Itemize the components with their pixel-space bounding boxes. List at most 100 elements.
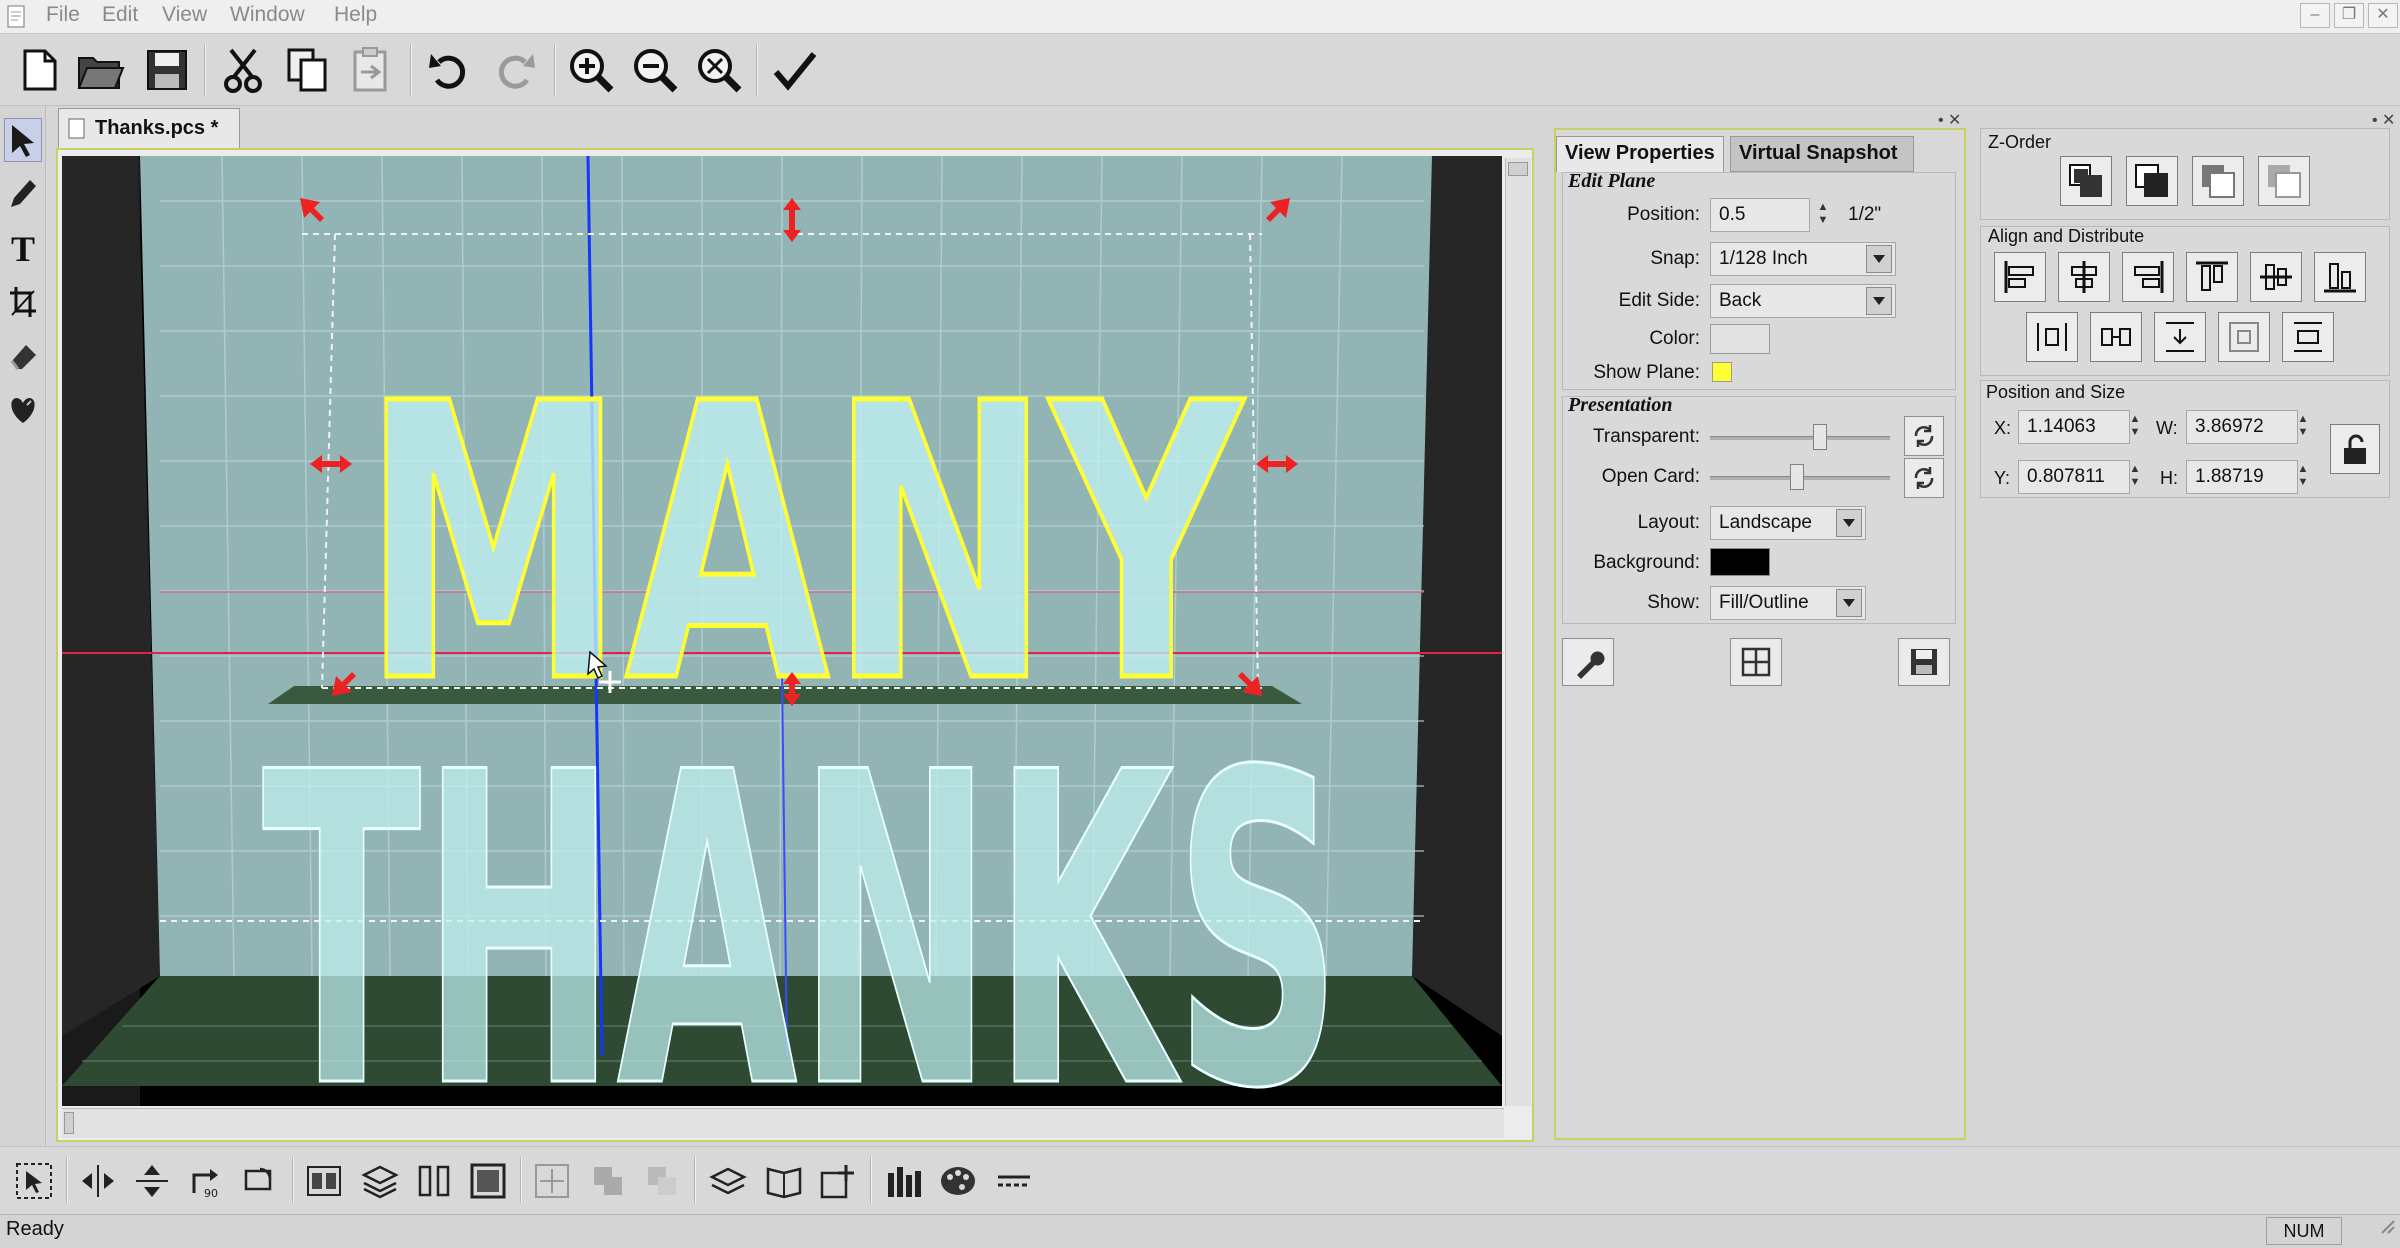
group-button[interactable]: [300, 1157, 348, 1205]
zoom-in-button[interactable]: [564, 42, 618, 98]
position-spinner[interactable]: ▲ ▼: [1812, 198, 1834, 230]
menu-file[interactable]: File: [46, 3, 80, 27]
y-spinner[interactable]: ▲ ▼: [2124, 460, 2146, 492]
layers-button[interactable]: [356, 1157, 404, 1205]
background-color-swatch[interactable]: [1710, 548, 1770, 576]
refresh-icon: [1914, 425, 1934, 447]
menu-window[interactable]: Window: [230, 3, 305, 27]
horizontal-scroll-thumb[interactable]: [64, 1112, 74, 1134]
dash-lines-button[interactable]: [990, 1157, 1038, 1205]
menu-edit[interactable]: Edit: [102, 3, 138, 27]
plane-color-swatch[interactable]: [1710, 324, 1770, 354]
open-card-reset-button[interactable]: [1904, 458, 1944, 498]
center-on-page-button[interactable]: [2218, 312, 2270, 362]
book-button[interactable]: [410, 1157, 458, 1205]
align-right-button[interactable]: [2122, 252, 2174, 302]
show-plane-label: Show Plane:: [1593, 362, 1700, 383]
subtract-button[interactable]: [638, 1157, 686, 1205]
eraser-tool[interactable]: [4, 334, 42, 378]
add-page-button[interactable]: [814, 1157, 862, 1205]
open-book-button[interactable]: [760, 1157, 808, 1205]
zoom-out-button[interactable]: [628, 42, 682, 98]
minimize-button[interactable]: –: [2300, 3, 2330, 28]
paste-button[interactable]: [344, 42, 398, 98]
document-tab[interactable]: Thanks.pcs *: [58, 108, 240, 148]
space-evenly-button[interactable]: [2090, 312, 2142, 362]
cut-button[interactable]: [216, 42, 270, 98]
layout-dropdown[interactable]: [1836, 509, 1862, 537]
combine-button[interactable]: [584, 1157, 632, 1205]
apply-button[interactable]: [768, 42, 822, 98]
undo-button[interactable]: [422, 42, 476, 98]
align-center-h-button[interactable]: [2058, 252, 2110, 302]
select-all-button[interactable]: [10, 1157, 58, 1205]
open-button[interactable]: [74, 42, 128, 98]
tools-button[interactable]: [1562, 638, 1614, 686]
restore-button[interactable]: ❐: [2334, 3, 2364, 28]
resize-grip-icon[interactable]: [2378, 1217, 2396, 1245]
menu-help[interactable]: Help: [334, 3, 377, 27]
pen-tool[interactable]: [4, 172, 42, 216]
flip-horizontal-button[interactable]: [74, 1157, 122, 1205]
3d-scene[interactable]: THANKS MANY: [62, 155, 1502, 1185]
x-spinner[interactable]: ▲ ▼: [2124, 410, 2146, 442]
flip-vertical-button[interactable]: [128, 1157, 176, 1205]
vertical-scroll-thumb[interactable]: [1508, 162, 1528, 176]
align-grid-button[interactable]: [528, 1157, 576, 1205]
new-file-button[interactable]: [12, 42, 66, 98]
show-plane-checkbox[interactable]: [1712, 362, 1732, 382]
tab-view-properties[interactable]: View Properties: [1556, 136, 1724, 172]
y-field[interactable]: 0.807811: [2018, 460, 2130, 494]
h-field[interactable]: 1.88719: [2186, 460, 2298, 494]
save-button[interactable]: [140, 42, 194, 98]
plane-stack-button[interactable]: [704, 1157, 752, 1205]
panel-pin-close-icon[interactable]: • ✕: [2372, 110, 2395, 130]
zoom-fit-button[interactable]: [692, 42, 746, 98]
crop-tool[interactable]: [4, 280, 42, 324]
send-backward-button[interactable]: [2192, 156, 2244, 206]
snap-dropdown[interactable]: [1866, 245, 1892, 273]
open-card-slider-thumb[interactable]: [1789, 464, 1804, 490]
x-field[interactable]: 1.14063: [2018, 410, 2130, 444]
distribute-horizontal-button[interactable]: [2026, 312, 2078, 362]
grid-view-button[interactable]: [1730, 638, 1782, 686]
position-field[interactable]: 0.5: [1710, 198, 1810, 232]
w-spinner[interactable]: ▲ ▼: [2292, 410, 2314, 442]
bring-to-front-button[interactable]: [2060, 156, 2112, 206]
h-spinner[interactable]: ▲ ▼: [2292, 460, 2314, 492]
align-center-v-button[interactable]: [2250, 252, 2302, 302]
align-top-button[interactable]: [2186, 252, 2238, 302]
send-to-back-button[interactable]: [2258, 156, 2310, 206]
close-button[interactable]: ✕: [2368, 3, 2398, 28]
horizontal-scrollbar[interactable]: [62, 1108, 1504, 1138]
palette-button[interactable]: [934, 1157, 982, 1205]
vertical-scrollbar[interactable]: [1505, 158, 1531, 1106]
edit-side-dropdown[interactable]: [1866, 287, 1892, 315]
rotate-button[interactable]: [236, 1157, 284, 1205]
3d-viewport[interactable]: THANKS MANY: [62, 155, 1502, 1185]
text-tool[interactable]: T: [4, 226, 42, 270]
w-field[interactable]: 3.86972: [2186, 410, 2298, 444]
align-left-button[interactable]: [1994, 252, 2046, 302]
bring-forward-button[interactable]: [2126, 156, 2178, 206]
panel-save-button[interactable]: [1898, 638, 1950, 686]
image-frame-button[interactable]: [464, 1157, 512, 1205]
align-bottom-button[interactable]: [2314, 252, 2366, 302]
distribute-vertical-button[interactable]: [2282, 312, 2334, 362]
transparent-slider-thumb[interactable]: [1812, 424, 1827, 450]
transparent-slider-track[interactable]: [1710, 436, 1890, 440]
bar-chart-button[interactable]: [880, 1157, 928, 1205]
panel-pin-close-icon[interactable]: • ✕: [1938, 110, 1961, 130]
menu-view[interactable]: View: [162, 3, 207, 27]
transparent-reset-button[interactable]: [1904, 416, 1944, 456]
lock-aspect-button[interactable]: [2330, 424, 2380, 474]
tab-virtual-snapshot[interactable]: Virtual Snapshot: [1730, 136, 1914, 172]
shape-tool[interactable]: [4, 388, 42, 432]
rotate-90-button[interactable]: 90: [182, 1157, 230, 1205]
copy-button[interactable]: [280, 42, 334, 98]
show-dropdown[interactable]: [1836, 589, 1862, 617]
redo-button[interactable]: [488, 42, 542, 98]
pointer-tool[interactable]: [4, 118, 42, 162]
many-3d-text[interactable]: MANY: [360, 321, 1248, 769]
distribute-down-button[interactable]: [2154, 312, 2206, 362]
